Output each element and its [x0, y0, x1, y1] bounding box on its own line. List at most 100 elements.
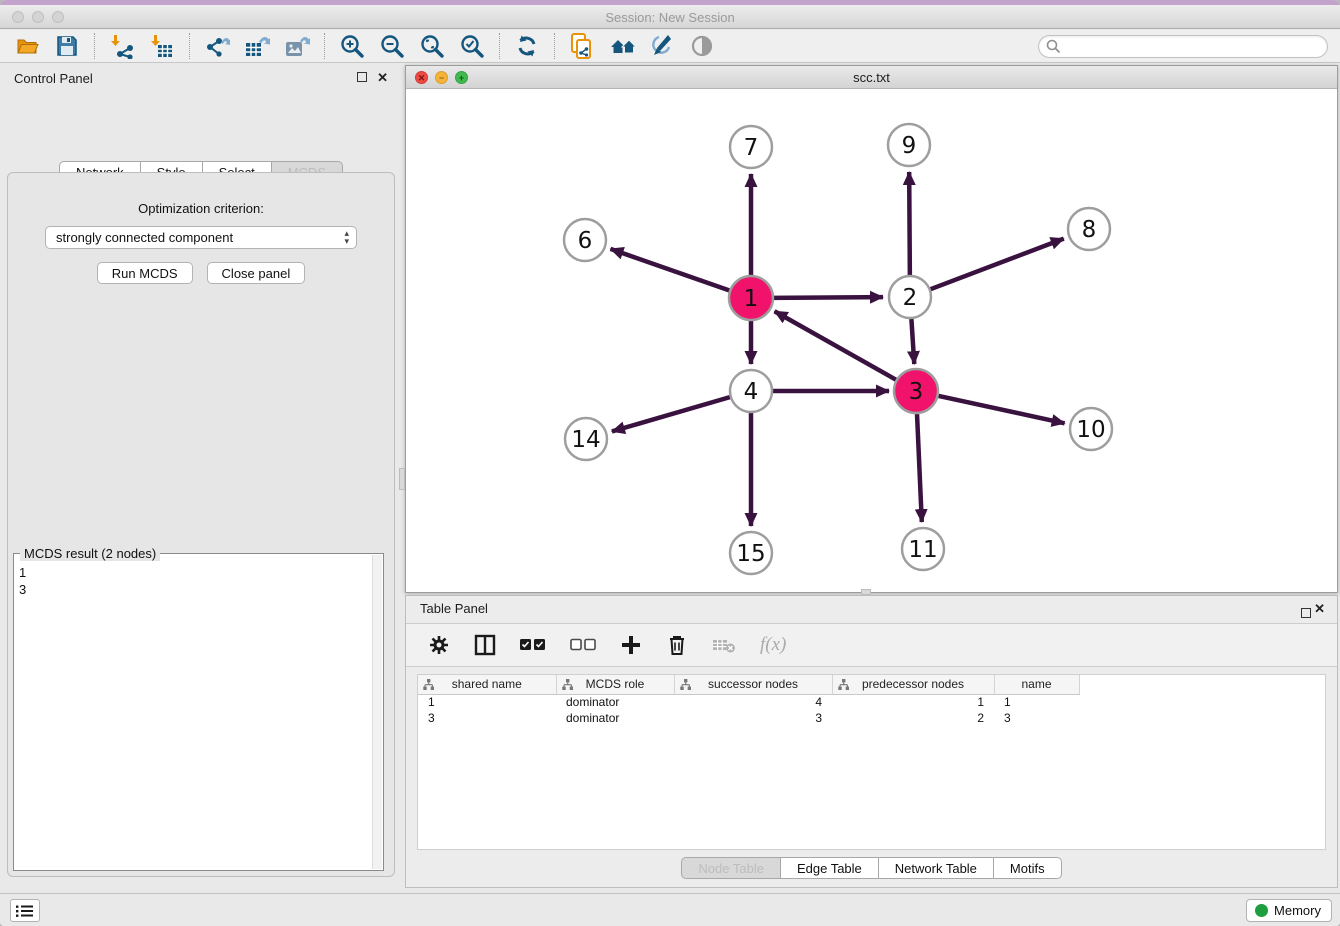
- graph-edge-2-9[interactable]: [909, 172, 910, 275]
- style-brush-icon[interactable]: [649, 33, 675, 59]
- graph-edge-2-3[interactable]: [911, 319, 914, 364]
- save-session-icon[interactable]: [54, 33, 80, 59]
- home-icon[interactable]: [609, 33, 635, 59]
- show-hide-icon[interactable]: [689, 33, 715, 59]
- graph-node-label: 14: [571, 427, 600, 453]
- table-cell[interactable]: 2: [832, 710, 994, 726]
- run-mcds-button[interactable]: Run MCDS: [97, 262, 193, 284]
- search-input[interactable]: [1038, 35, 1328, 58]
- table-cell[interactable]: 4: [674, 694, 832, 710]
- graph-node-label: 9: [902, 133, 917, 159]
- task-history-button[interactable]: [10, 899, 40, 922]
- graph-node-label: 1: [744, 286, 759, 312]
- search-field-container: [1038, 35, 1328, 58]
- network-view-window: ✕ − + scc.txt 7968124314101511: [405, 65, 1338, 593]
- float-panel-icon[interactable]: [357, 72, 367, 82]
- graph-edge-2-8[interactable]: [931, 239, 1064, 290]
- table-toolbar: f(x): [406, 623, 1337, 667]
- search-icon: [1046, 39, 1061, 59]
- graph-node-label: 2: [903, 285, 918, 311]
- open-file-icon[interactable]: [14, 33, 40, 59]
- graph-node-label: 7: [744, 135, 759, 161]
- zoom-in-icon[interactable]: [339, 33, 365, 59]
- status-bar: Memory: [0, 893, 1340, 926]
- zoom-selected-icon[interactable]: [459, 33, 485, 59]
- function-builder-icon[interactable]: f(x): [760, 633, 786, 657]
- graph-edge-3-1[interactable]: [775, 311, 897, 380]
- network-graph[interactable]: 7968124314101511: [406, 89, 1337, 592]
- graph-edge-1-2[interactable]: [773, 297, 883, 298]
- zoom-out-icon[interactable]: [379, 33, 405, 59]
- tab-edge-table[interactable]: Edge Table: [781, 857, 879, 879]
- column-header-shared-name[interactable]: shared name: [418, 675, 556, 694]
- table-row[interactable]: 1dominator411: [418, 694, 1079, 710]
- vertical-splitter-grip[interactable]: [399, 468, 405, 490]
- network-window-titlebar[interactable]: ✕ − + scc.txt: [406, 66, 1337, 89]
- mcds-panel-body: Optimization criterion: strongly connect…: [7, 172, 395, 877]
- duplicate-network-icon[interactable]: [569, 33, 595, 59]
- graph-node-label: 8: [1082, 217, 1097, 243]
- chevron-up-down-icon: ▴▾: [344, 229, 349, 245]
- memory-button[interactable]: Memory: [1246, 899, 1332, 922]
- add-column-icon[interactable]: [620, 633, 642, 657]
- graph-edge-3-10[interactable]: [937, 396, 1064, 424]
- refresh-icon[interactable]: [514, 33, 540, 59]
- application-window: Session: New Session: [0, 0, 1340, 926]
- export-network-icon[interactable]: [204, 33, 230, 59]
- table-panel-title: Table Panel: [420, 601, 488, 616]
- table-cell[interactable]: dominator: [556, 710, 674, 726]
- mcds-result-text[interactable]: 1 3: [19, 564, 371, 868]
- graph-node-label: 3: [909, 379, 924, 405]
- select-all-icon[interactable]: [520, 633, 546, 657]
- column-header-name[interactable]: name: [994, 675, 1079, 694]
- node-table[interactable]: shared nameMCDS rolesuccessor nodesprede…: [418, 675, 1080, 726]
- table-row[interactable]: 3dominator323: [418, 710, 1079, 726]
- table-cell[interactable]: 3: [418, 710, 556, 726]
- mcds-result-scrollbar[interactable]: [372, 555, 382, 869]
- table-panel: Table Panel ✕: [405, 595, 1338, 888]
- close-table-panel-icon[interactable]: ✕: [1314, 601, 1325, 617]
- tab-motifs[interactable]: Motifs: [994, 857, 1062, 879]
- table-cell[interactable]: 3: [994, 710, 1079, 726]
- float-table-panel-icon[interactable]: [1301, 608, 1311, 618]
- table-cell[interactable]: 1: [994, 694, 1079, 710]
- mcds-result-title: MCDS result (2 nodes): [20, 546, 160, 561]
- memory-label: Memory: [1274, 903, 1321, 918]
- zoom-fit-icon[interactable]: [419, 33, 445, 59]
- export-table-icon[interactable]: [244, 33, 270, 59]
- gear-icon[interactable]: [428, 633, 450, 657]
- table-cell[interactable]: 1: [832, 694, 994, 710]
- import-network-icon[interactable]: [109, 33, 135, 59]
- column-header-predecessor-nodes[interactable]: predecessor nodes: [832, 675, 994, 694]
- column-header-successor-nodes[interactable]: successor nodes: [674, 675, 832, 694]
- clear-table-icon[interactable]: [712, 633, 736, 657]
- table-header-row: shared nameMCDS rolesuccessor nodesprede…: [418, 675, 1079, 694]
- table-cell[interactable]: 3: [674, 710, 832, 726]
- table-cell[interactable]: dominator: [556, 694, 674, 710]
- control-panel: Control Panel ✕ Network Style Select MCD…: [0, 65, 402, 880]
- memory-status-icon: [1255, 904, 1268, 917]
- delete-column-icon[interactable]: [666, 633, 688, 657]
- deselect-all-icon[interactable]: [570, 633, 596, 657]
- import-table-icon[interactable]: [149, 33, 175, 59]
- dropdown-selected-value: strongly connected component: [56, 230, 233, 245]
- graph-edge-4-14[interactable]: [612, 397, 730, 431]
- graph-edge-1-6[interactable]: [610, 249, 730, 291]
- node-table-container: shared nameMCDS rolesuccessor nodesprede…: [417, 674, 1326, 850]
- table-cell[interactable]: 1: [418, 694, 556, 710]
- control-panel-title: Control Panel: [14, 71, 93, 86]
- optimization-criterion-dropdown[interactable]: strongly connected component ▴▾: [45, 226, 357, 249]
- graph-node-label: 11: [908, 537, 937, 563]
- column-header-MCDS-role[interactable]: MCDS role: [556, 675, 674, 694]
- graph-node-label: 15: [736, 541, 765, 567]
- close-panel-button[interactable]: Close panel: [207, 262, 306, 284]
- split-columns-icon[interactable]: [474, 633, 496, 657]
- export-image-icon[interactable]: [284, 33, 310, 59]
- graph-edge-3-11[interactable]: [917, 413, 922, 522]
- tab-node-table[interactable]: Node Table: [681, 857, 781, 879]
- main-toolbar: [0, 30, 1340, 63]
- close-panel-icon[interactable]: ✕: [377, 70, 388, 86]
- network-canvas[interactable]: 7968124314101511: [406, 89, 1337, 592]
- tab-network-table[interactable]: Network Table: [879, 857, 994, 879]
- network-window-title: scc.txt: [406, 70, 1337, 85]
